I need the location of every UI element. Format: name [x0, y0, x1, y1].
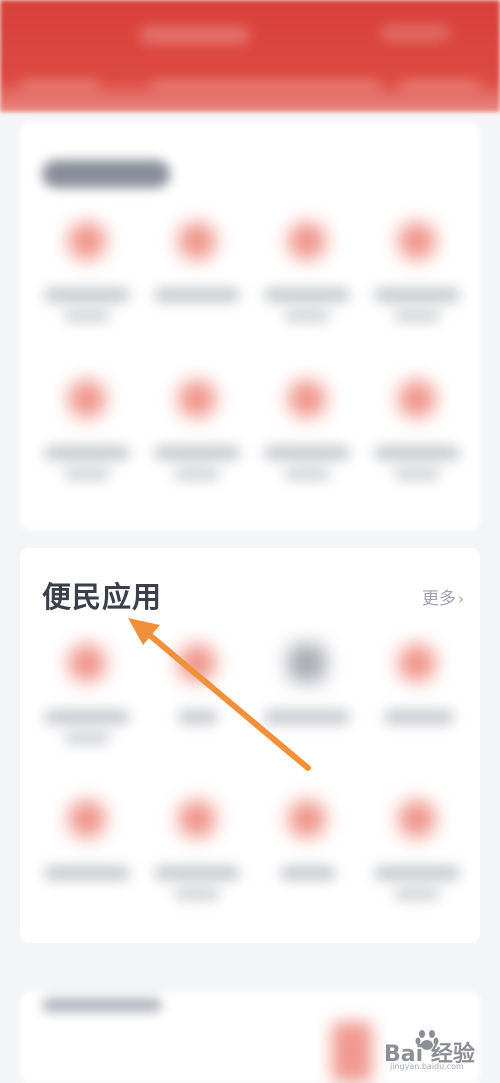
app-label-blurred: [374, 288, 460, 302]
header-tab-blurred[interactable]: [150, 78, 380, 92]
app-icon: [68, 800, 106, 838]
app-grid-item[interactable]: [252, 380, 362, 510]
app-label-blurred: [264, 710, 350, 724]
app-grid-item[interactable]: [32, 380, 142, 510]
app-label-blurred: [174, 468, 220, 480]
app-icon: [68, 380, 106, 418]
app-icon: [288, 644, 326, 682]
app-label-blurred: [284, 310, 330, 322]
app-grid-item[interactable]: [32, 644, 142, 774]
app-icon: [398, 222, 436, 260]
app-grid-item[interactable]: [142, 800, 252, 930]
app-grid-item[interactable]: [362, 222, 472, 352]
app-icon: [288, 222, 326, 260]
header-tab-blurred[interactable]: [20, 78, 100, 92]
app-grid-item[interactable]: [142, 644, 252, 774]
header-action-blurred[interactable]: [380, 24, 450, 42]
app-label-blurred: [284, 468, 330, 480]
app-grid-item[interactable]: [142, 380, 252, 510]
app-label-blurred: [64, 732, 110, 744]
app-grid-item[interactable]: [252, 644, 362, 774]
app-label-blurred: [394, 468, 440, 480]
app-grid-item[interactable]: [362, 644, 472, 774]
app-icon: [68, 644, 106, 682]
app-icon: [288, 380, 326, 418]
app-grid-item[interactable]: [252, 800, 362, 930]
app-icon: [178, 380, 216, 418]
header-tab-blurred[interactable]: [400, 78, 480, 92]
app-label-blurred: [154, 446, 240, 460]
app-label-blurred: [178, 710, 218, 724]
section-header: 便民应用 更多 ›: [20, 548, 480, 626]
app-label-blurred: [154, 288, 240, 302]
top-header-bar: [0, 0, 500, 112]
app-grid-item[interactable]: [32, 222, 142, 352]
watermark-url: jingyan.baidu.com: [390, 1062, 464, 1071]
blurred-app-section: [20, 122, 480, 530]
app-label-blurred: [280, 866, 336, 880]
app-grid-item[interactable]: [252, 222, 362, 352]
app-icon: [398, 380, 436, 418]
app-label-blurred: [374, 866, 460, 880]
app-grid-item[interactable]: [32, 800, 142, 930]
app-icon: [398, 644, 436, 682]
app-icon: [288, 800, 326, 838]
app-label-blurred: [44, 288, 130, 302]
app-label-blurred: [264, 446, 350, 460]
section-title-blurred: [42, 998, 162, 1012]
more-link[interactable]: 更多 ›: [422, 584, 464, 609]
app-label-blurred: [64, 310, 110, 322]
app-label-blurred: [374, 446, 460, 460]
section-title-blurred: [42, 160, 170, 188]
app-icon: [178, 800, 216, 838]
more-label: 更多: [422, 589, 456, 609]
app-label-blurred: [394, 888, 440, 900]
app-label-blurred: [44, 446, 130, 460]
app-label-blurred: [44, 710, 130, 724]
app-icon: [178, 644, 216, 682]
app-grid-item[interactable]: [362, 380, 472, 510]
app-label-blurred: [264, 288, 350, 302]
app-label-blurred: [174, 888, 220, 900]
app-icon: [68, 222, 106, 260]
app-icon: [178, 222, 216, 260]
baidu-jingyan-watermark: Bai 经验 jingyan.baidu.com: [384, 1026, 484, 1072]
header-title-blurred: [140, 26, 250, 44]
chevron-right-icon: ›: [458, 590, 464, 608]
app-grid-item[interactable]: [142, 222, 252, 352]
app-label-blurred: [394, 310, 440, 322]
section-title: 便民应用: [42, 580, 163, 614]
app-label-blurred: [154, 866, 240, 880]
app-grid-item[interactable]: [362, 800, 472, 930]
app-icon: [398, 800, 436, 838]
app-label-blurred: [64, 468, 110, 480]
app-icon: [332, 1022, 372, 1082]
app-label-blurred: [44, 866, 130, 880]
app-label-blurred: [384, 710, 454, 724]
